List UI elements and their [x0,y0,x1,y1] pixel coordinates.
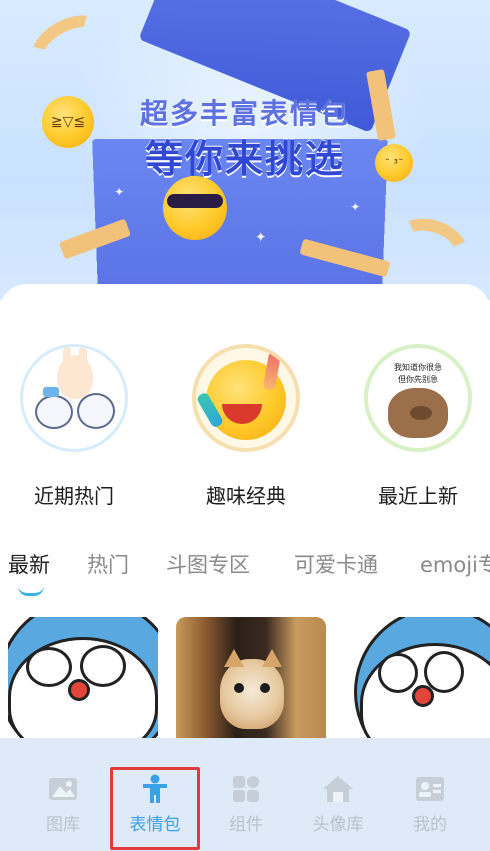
tab-meme-battle[interactable]: 斗图专区 [166,549,250,579]
capybara-icon: 我知道你很急 但你先别急 [364,344,472,452]
sticker-grid [0,617,490,757]
nav-label: 我的 [413,815,447,835]
category-recent-hot[interactable]: 近期热门 [4,344,144,509]
tab-popular[interactable]: 热门 [87,549,129,579]
laughing-emoji-icon [192,344,300,452]
nav-widgets[interactable]: 组件 [206,774,286,835]
profile-card-icon [414,774,446,804]
content-card: 近期热门 趣味经典 我知道你很急 但你先别急 最近上新 最新 热门 斗图专区 可… [0,284,490,757]
sticker-caption: 但你先别急 [398,375,438,384]
nav-label: 组件 [229,815,263,835]
tab-latest[interactable]: 最新 [8,549,50,579]
category-fun-classic[interactable]: 趣味经典 [176,344,316,509]
bunny-friends-icon [20,344,128,452]
sticker-caption: 我知道你很急 [394,363,442,372]
category-row: 近期热门 趣味经典 我知道你很急 但你先别急 最近上新 [0,344,490,508]
tab-indicator [18,586,44,596]
category-newly-added[interactable]: 我知道你很急 但你先别急 最近上新 [348,344,488,509]
promo-banner[interactable]: ✦ ✦ ✦ 超多丰富表情包 等你来挑选 ≧▽≦ ˘ ³˘ [0,0,490,300]
nav-label: 头像库 [312,815,364,835]
kiss-emoji-icon: ˘ ³˘ [375,144,413,182]
nav-gallery[interactable]: 图库 [23,774,103,835]
widgets-icon [230,774,262,804]
tab-bar: 最新 热门 斗图专区 可爱卡通 emoji专 [0,549,490,589]
category-label: 近期热门 [34,484,114,508]
nav-label: 图库 [46,815,80,835]
tab-emoji[interactable]: emoji专 [420,549,490,579]
star-icon: ✦ [350,200,361,215]
cat-peeking-photo[interactable] [176,617,326,757]
gallery-icon [47,774,79,804]
bottom-nav: 图库 表情包 组件 头像库 我的 [0,738,490,851]
doraemon-sticker-1[interactable] [8,617,158,757]
category-label: 最近上新 [378,484,458,508]
star-icon: ✦ [254,229,267,246]
category-label: 趣味经典 [206,484,286,508]
laughing-emoji-icon: ≧▽≦ [42,96,94,148]
sunglasses-icon [167,194,223,208]
doraemon-sticker-2[interactable] [344,617,490,757]
nav-mine[interactable]: 我的 [390,774,470,835]
nav-avatar-library[interactable]: 头像库 [298,774,378,835]
cool-emoji-icon [163,176,227,240]
home-icon [322,774,354,804]
tab-cute-cartoon[interactable]: 可爱卡通 [294,549,378,579]
star-icon: ✦ [114,184,125,200]
selection-highlight [110,767,200,850]
